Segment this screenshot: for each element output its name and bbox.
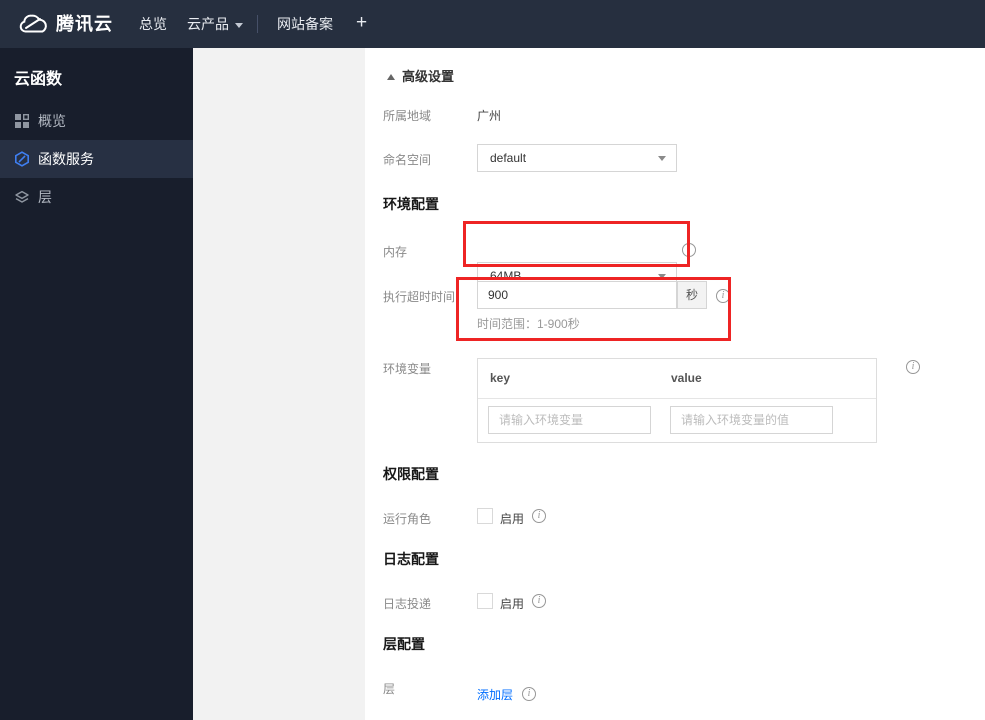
envvar-value-header: value xyxy=(671,371,702,385)
sidebar-item-overview[interactable]: 概览 xyxy=(0,102,193,140)
timeout-input-group: 秒 xyxy=(477,281,707,309)
timeout-unit-suffix: 秒 xyxy=(677,281,707,309)
nav-add-tab-button[interactable]: + xyxy=(356,0,367,46)
timeout-input[interactable] xyxy=(477,281,677,309)
tencent-cloud-logo-icon[interactable] xyxy=(17,12,49,36)
role-label: 运行角色 xyxy=(383,512,432,526)
sidebar-item-label: 概览 xyxy=(38,113,66,129)
layer-label: 层 xyxy=(383,682,396,696)
region-label: 所属地域 xyxy=(383,109,432,123)
namespace-selected-value: default xyxy=(490,151,527,165)
nav-divider xyxy=(257,15,258,33)
nav-item-products[interactable]: 云产品 xyxy=(187,0,243,48)
layers-icon xyxy=(15,190,29,203)
envvar-table: key value xyxy=(477,358,877,443)
sidebar: 云函数 概览 函数服务 层 xyxy=(0,48,193,720)
role-enable-checkbox[interactable] xyxy=(477,508,493,524)
function-list-panel xyxy=(193,48,365,720)
chevron-down-icon xyxy=(658,156,666,161)
log-config-title: 日志配置 xyxy=(383,551,439,567)
layer-config-title: 层配置 xyxy=(383,636,425,652)
log-info-icon[interactable] xyxy=(532,594,546,608)
envvar-key-header: key xyxy=(490,371,511,385)
nav-item-icp[interactable]: 网站备案 xyxy=(277,0,333,48)
namespace-select[interactable]: default xyxy=(477,144,677,172)
grid-icon xyxy=(15,114,29,128)
memory-label: 内存 xyxy=(383,245,408,259)
role-enable-label: 启用 xyxy=(500,512,525,526)
envvar-value-input[interactable] xyxy=(670,406,833,434)
scf-hexagon-icon xyxy=(14,151,29,167)
role-info-icon[interactable] xyxy=(532,509,546,523)
nav-item-overview[interactable]: 总览 xyxy=(139,0,167,48)
sidebar-item-label: 层 xyxy=(38,189,52,205)
chevron-down-icon xyxy=(658,274,666,279)
layer-info-icon[interactable] xyxy=(522,687,536,701)
log-enable-label: 启用 xyxy=(500,597,525,611)
sidebar-item-layers[interactable]: 层 xyxy=(0,178,193,216)
sidebar-menu: 概览 函数服务 层 xyxy=(0,102,193,216)
chevron-down-icon xyxy=(235,22,243,28)
collapse-arrow-icon xyxy=(387,74,395,80)
sidebar-item-scf-service[interactable]: 函数服务 xyxy=(0,140,193,178)
sidebar-title: 云函数 xyxy=(14,71,63,88)
envvar-key-input[interactable] xyxy=(488,406,651,434)
envvar-table-divider xyxy=(478,398,876,399)
log-enable-checkbox[interactable] xyxy=(477,593,493,609)
region-value: 广州 xyxy=(477,109,502,123)
sidebar-item-label: 函数服务 xyxy=(38,151,94,167)
timeout-label: 执行超时时间 xyxy=(383,290,456,304)
envvar-info-icon[interactable] xyxy=(906,360,920,374)
log-label: 日志投递 xyxy=(383,597,432,611)
add-layer-link[interactable]: 添加层 xyxy=(477,686,513,703)
envvar-label: 环境变量 xyxy=(383,362,432,376)
env-config-title: 环境配置 xyxy=(383,196,439,212)
brand-title[interactable]: 腾讯云 xyxy=(56,0,113,48)
perm-config-title: 权限配置 xyxy=(383,466,439,482)
namespace-label: 命名空间 xyxy=(383,153,432,167)
memory-info-icon[interactable] xyxy=(682,243,696,257)
nav-products-label: 云产品 xyxy=(187,16,229,32)
top-nav: 腾讯云 总览 云产品 网站备案 + xyxy=(0,0,985,48)
tencent-cloud-console: 腾讯云 总览 云产品 网站备案 + 云函数 概览 函数服务 层 高级设置 所属地… xyxy=(0,0,985,720)
advanced-settings-label: 高级设置 xyxy=(402,69,455,84)
timeout-hint: 时间范围：1-900秒 xyxy=(477,317,580,331)
advanced-settings-toggle[interactable]: 高级设置 xyxy=(387,66,454,85)
timeout-info-icon[interactable] xyxy=(716,289,730,303)
memory-highlight-annotation xyxy=(463,221,690,267)
